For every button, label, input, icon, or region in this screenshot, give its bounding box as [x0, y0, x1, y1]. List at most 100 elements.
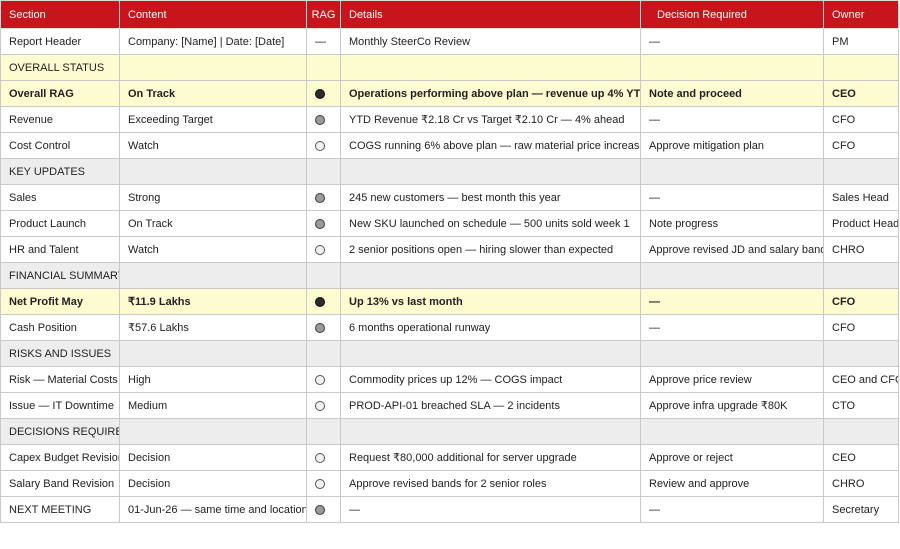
- owner-cell: Product Head: [823, 210, 899, 237]
- owner-cell: CHRO: [823, 470, 899, 497]
- empty-cell: [119, 54, 307, 81]
- content-cell: Watch: [119, 236, 307, 263]
- rag-cell: [306, 444, 341, 471]
- decision-required-cell: Review and approve: [640, 470, 824, 497]
- details-cell: 6 months operational runway: [340, 314, 641, 341]
- content-cell: ₹11.9 Lakhs: [119, 288, 307, 315]
- decision-required-cell: Approve or reject: [640, 444, 824, 471]
- table-row: NEXT MEETING 01-Jun-26 — same time and lo…: [0, 496, 899, 523]
- empty-cell: [340, 340, 641, 367]
- table-row: Capex Budget Revision Decision Request ₹80…: [0, 444, 899, 471]
- owner-cell: PM: [823, 28, 899, 55]
- rag-status-dot-icon: [315, 322, 325, 333]
- decision-required-cell: Note and proceed: [640, 80, 824, 107]
- content-cell: On Track: [119, 80, 307, 107]
- section-cell: Capex Budget Revision: [0, 444, 120, 471]
- owner-cell: CFO: [823, 314, 899, 341]
- section-header-row: DECISIONS REQUIRED: [0, 418, 899, 445]
- details-cell: 2 senior positions open — hiring slower …: [340, 236, 641, 263]
- section-heading: RISKS AND ISSUES: [0, 340, 120, 367]
- section-heading: KEY UPDATES: [0, 158, 120, 185]
- table-row: Overall RAG On Track Operations performing…: [0, 80, 899, 107]
- section-header-row: OVERALL STATUS: [0, 54, 899, 81]
- section-cell: Risk — Material Costs: [0, 366, 120, 393]
- table-row: Net Profit May ₹11.9 Lakhs Up 13% vs last …: [0, 288, 899, 315]
- empty-cell: [119, 418, 307, 445]
- rag-cell: [306, 132, 341, 159]
- empty-cell: [306, 54, 341, 81]
- section-cell: Product Launch: [0, 210, 120, 237]
- section-cell: Revenue: [0, 106, 120, 133]
- empty-cell: [823, 418, 899, 445]
- empty-cell: [306, 340, 341, 367]
- empty-cell: [823, 262, 899, 289]
- section-cell: Report Header: [0, 28, 120, 55]
- steerco-report-table: Section Content RAG Details Decision Req…: [0, 0, 899, 523]
- table-row: Cost Control Watch COGS running 6% above p…: [0, 132, 899, 159]
- empty-cell: [306, 418, 341, 445]
- rag-cell: [306, 288, 341, 315]
- empty-cell: [640, 158, 824, 185]
- empty-cell: [306, 158, 341, 185]
- section-cell: Overall RAG: [0, 80, 120, 107]
- section-cell: Sales: [0, 184, 120, 211]
- table-row: Issue — IT Downtime Medium PROD-API-01 bre…: [0, 392, 899, 419]
- rag-status-dot-icon: [315, 192, 325, 203]
- rag-cell: [306, 470, 341, 497]
- section-header-row: FINANCIAL SUMMARY: [0, 262, 899, 289]
- empty-cell: [823, 158, 899, 185]
- details-cell: Commodity prices up 12% — COGS impact: [340, 366, 641, 393]
- rag-cell: [306, 314, 341, 341]
- section-cell: Cash Position: [0, 314, 120, 341]
- table-body: Report Header Company: [Name] | Date: [Da…: [0, 28, 899, 523]
- empty-cell: [640, 54, 824, 81]
- decision-required-cell: —: [640, 28, 824, 55]
- owner-cell: CFO: [823, 132, 899, 159]
- rag-status-dot-icon: [315, 88, 325, 99]
- table-row: Product Launch On Track New SKU launched o…: [0, 210, 899, 237]
- content-cell: On Track: [119, 210, 307, 237]
- empty-cell: [823, 340, 899, 367]
- rag-status-dot-icon: [315, 140, 325, 151]
- owner-cell: CEO: [823, 80, 899, 107]
- section-heading: OVERALL STATUS: [0, 54, 120, 81]
- table-row: Cash Position ₹57.6 Lakhs 6 months operati…: [0, 314, 899, 341]
- rag-none-dash: —: [315, 35, 326, 48]
- decision-required-cell: Note progress: [640, 210, 824, 237]
- rag-cell: [306, 106, 341, 133]
- rag-status-dot-icon: [315, 114, 325, 125]
- owner-cell: Secretary: [823, 496, 899, 523]
- owner-cell: CEO: [823, 444, 899, 471]
- decision-required-cell: —: [640, 496, 824, 523]
- details-cell: Request ₹80,000 additional for server up…: [340, 444, 641, 471]
- details-cell: Approve revised bands for 2 senior roles: [340, 470, 641, 497]
- empty-cell: [119, 262, 307, 289]
- section-cell: Cost Control: [0, 132, 120, 159]
- rag-status-dot-icon: [315, 244, 325, 255]
- content-cell: Decision: [119, 444, 307, 471]
- rag-cell: [306, 184, 341, 211]
- rag-status-dot-icon: [315, 400, 325, 411]
- content-cell: 01-Jun-26 — same time and location: [119, 496, 307, 523]
- rag-status-dot-icon: [315, 452, 325, 463]
- owner-cell: CFO: [823, 288, 899, 315]
- rag-status-dot-icon: [315, 504, 325, 515]
- owner-cell: CHRO: [823, 236, 899, 263]
- empty-cell: [340, 262, 641, 289]
- rag-cell: [306, 366, 341, 393]
- content-cell: Medium: [119, 392, 307, 419]
- table-row: Report Header Company: [Name] | Date: [Da…: [0, 28, 899, 55]
- empty-cell: [340, 158, 641, 185]
- header-content: Content: [119, 0, 307, 29]
- rag-cell: [306, 80, 341, 107]
- empty-cell: [340, 418, 641, 445]
- empty-cell: [119, 340, 307, 367]
- header-rag: RAG: [306, 0, 341, 29]
- section-header-row: KEY UPDATES: [0, 158, 899, 185]
- owner-cell: CFO: [823, 106, 899, 133]
- empty-cell: [640, 262, 824, 289]
- empty-cell: [823, 54, 899, 81]
- section-header-row: RISKS AND ISSUES: [0, 340, 899, 367]
- decision-required-cell: Approve mitigation plan: [640, 132, 824, 159]
- details-cell: Up 13% vs last month: [340, 288, 641, 315]
